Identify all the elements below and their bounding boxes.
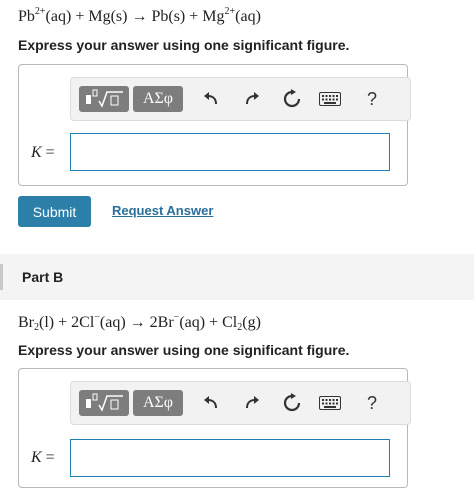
keyboard-icon[interactable] (317, 86, 343, 112)
greek-symbols-icon[interactable]: ΑΣφ (133, 390, 183, 416)
redo-icon[interactable] (239, 390, 265, 416)
answer-label: K = (31, 144, 55, 161)
part-b-title: Part B (22, 269, 64, 285)
redo-icon[interactable] (239, 86, 265, 112)
part-b-equation: Br2(l) + 2Cl−(aq) → 2Br−(aq) + Cl2(g) (18, 312, 261, 333)
part-b-answer-box: ΑΣφ ? K = (18, 368, 411, 488)
request-answer-link[interactable]: Request Answer (112, 203, 213, 218)
part-indicator (0, 264, 3, 290)
part-a-instruction: Express your answer using one significan… (18, 37, 350, 53)
answer-input[interactable] (70, 439, 390, 477)
submit-button[interactable]: Submit (18, 196, 91, 227)
part-b-header[interactable]: Part B (0, 254, 474, 300)
templates-icon[interactable] (79, 390, 129, 416)
reset-icon[interactable] (279, 390, 305, 416)
math-toolbar: ΑΣφ ? (70, 77, 411, 121)
part-b-instruction: Express your answer using one significan… (18, 342, 350, 358)
help-icon[interactable]: ? (359, 390, 385, 416)
answer-label: K = (31, 449, 55, 466)
undo-icon[interactable] (198, 86, 224, 112)
undo-icon[interactable] (198, 390, 224, 416)
answer-input[interactable] (70, 133, 390, 171)
math-toolbar: ΑΣφ ? (70, 381, 411, 425)
keyboard-icon[interactable] (317, 390, 343, 416)
part-a-equation: Pb2+(aq) + Mg(s) → Pb(s) + Mg2+(aq) (18, 6, 261, 25)
greek-symbols-icon[interactable]: ΑΣφ (133, 86, 183, 112)
templates-icon[interactable] (79, 86, 129, 112)
reset-icon[interactable] (279, 86, 305, 112)
help-icon[interactable]: ? (359, 86, 385, 112)
part-a-answer-box: ΑΣφ ? K = (18, 64, 411, 186)
